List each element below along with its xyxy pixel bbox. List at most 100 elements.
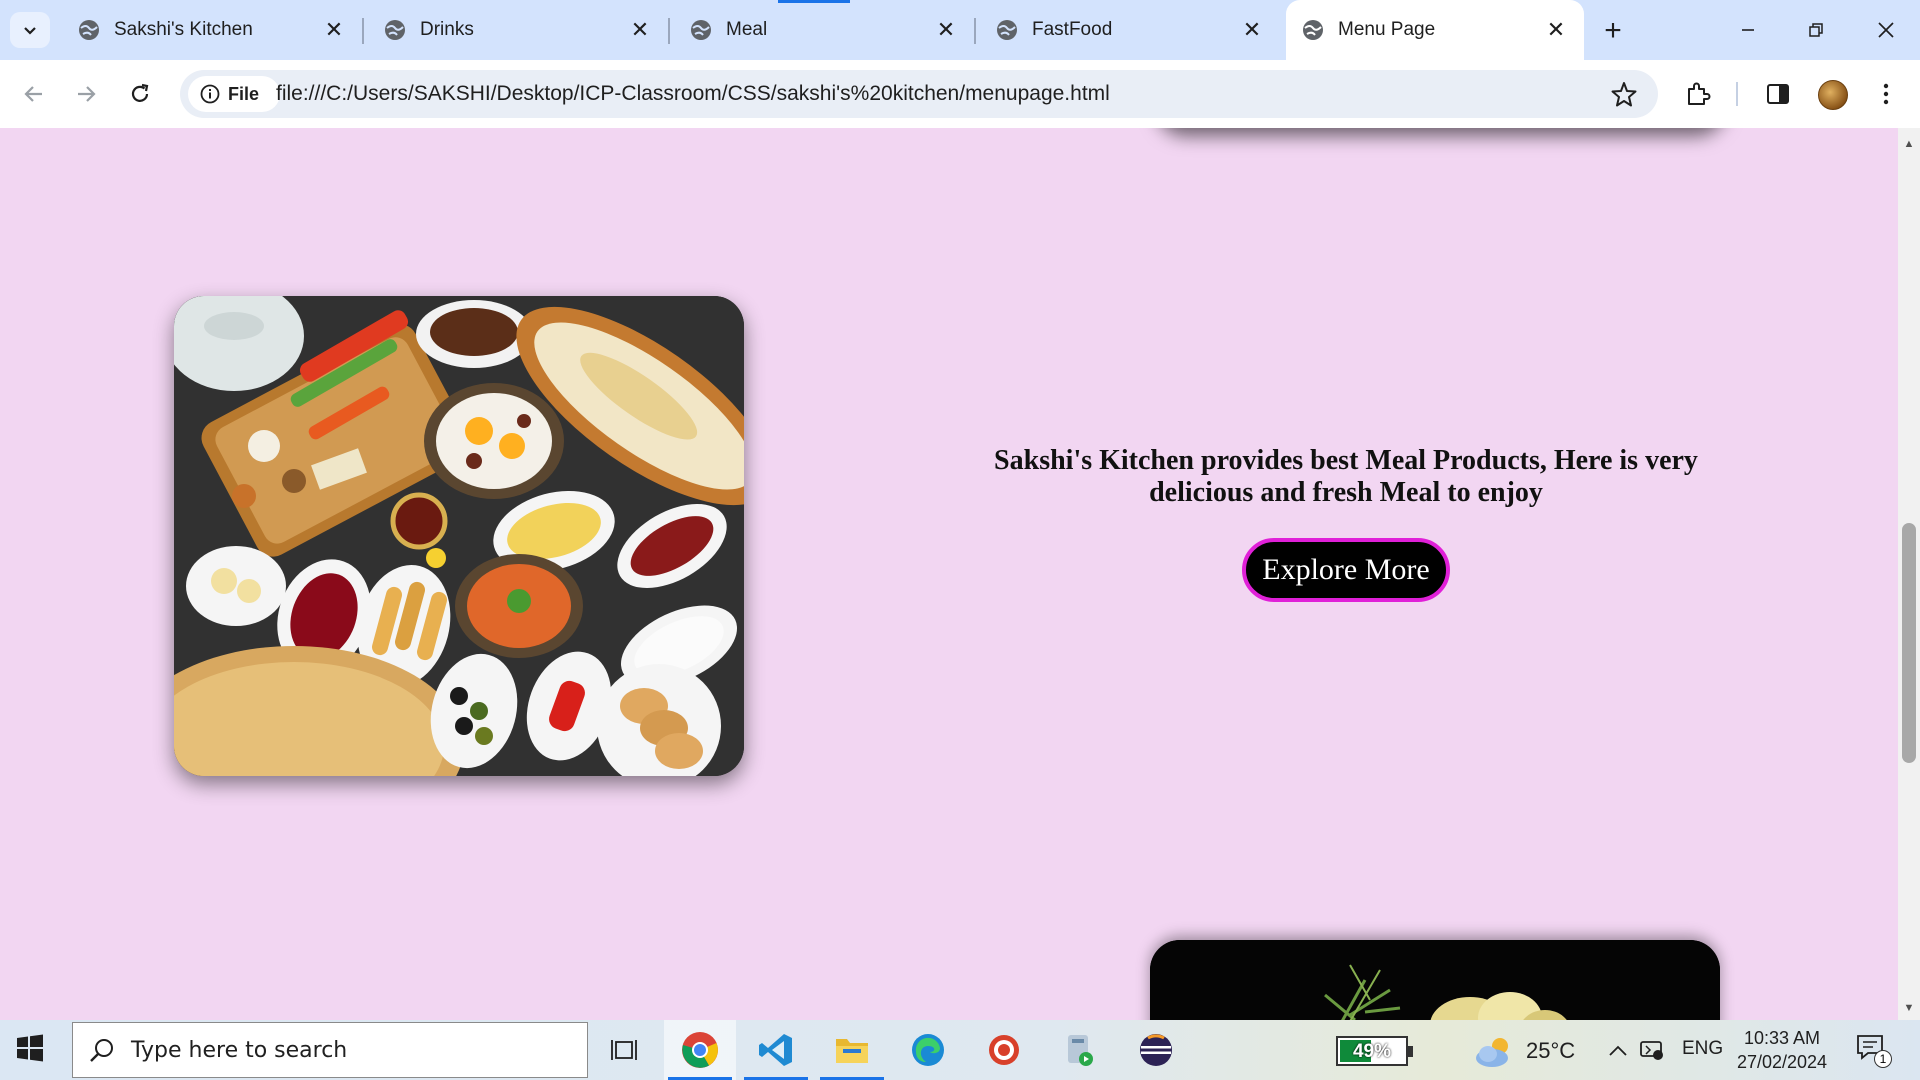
tab-separator bbox=[362, 18, 364, 44]
task-view-icon bbox=[611, 1040, 637, 1060]
tab-drinks[interactable]: Drinks ✕ bbox=[368, 0, 668, 60]
browser-menu-button[interactable] bbox=[1868, 76, 1904, 112]
search-icon bbox=[90, 1039, 113, 1062]
file-explorer-taskbar-icon[interactable] bbox=[816, 1020, 888, 1080]
task-view-button[interactable] bbox=[588, 1020, 660, 1080]
star-icon[interactable] bbox=[1610, 80, 1638, 108]
minimize-icon bbox=[1742, 29, 1754, 31]
close-tab-icon[interactable]: ✕ bbox=[934, 17, 958, 42]
restore-button[interactable] bbox=[1796, 10, 1836, 50]
tab-search-button[interactable] bbox=[10, 12, 50, 48]
vscode-taskbar-icon[interactable] bbox=[740, 1020, 812, 1080]
scroll-up-arrow[interactable]: ▲ bbox=[1898, 134, 1920, 154]
chrome-taskbar-icon[interactable] bbox=[664, 1020, 736, 1080]
forward-icon bbox=[78, 86, 96, 102]
network-button[interactable] bbox=[1638, 1036, 1666, 1064]
tab-title: Drinks bbox=[420, 19, 474, 40]
next-card-image bbox=[1150, 940, 1720, 1020]
target-app-taskbar-icon[interactable] bbox=[968, 1020, 1040, 1080]
url-text[interactable]: file:///C:/Users/SAKSHI/Desktop/ICP-Clas… bbox=[276, 82, 1110, 106]
tab-sakshis-kitchen[interactable]: Sakshi's Kitchen ✕ bbox=[62, 0, 362, 60]
tab-menu-page[interactable]: Menu Page ✕ bbox=[1286, 0, 1584, 60]
close-tab-icon[interactable]: ✕ bbox=[322, 17, 346, 42]
eclipse-icon bbox=[1140, 1034, 1172, 1066]
scroll-thumb[interactable] bbox=[1902, 523, 1916, 763]
show-hidden-icons-button[interactable] bbox=[1604, 1036, 1632, 1064]
meal-description: Sakshi's Kitchen provides best Meal Prod… bbox=[994, 445, 1698, 508]
address-bar[interactable]: File file:///C:/Users/SAKSHI/Desktop/ICP… bbox=[180, 70, 1658, 118]
tab-separator bbox=[668, 18, 670, 44]
tab-strip: Sakshi's Kitchen ✕ Drinks ✕ Meal ✕ FastF… bbox=[0, 0, 1920, 60]
battery-percent: 49% bbox=[1352, 1041, 1392, 1062]
notification-count: 1 bbox=[1874, 1050, 1892, 1068]
forward-button[interactable] bbox=[66, 74, 106, 114]
minimize-button[interactable] bbox=[1728, 10, 1768, 50]
tab-title: FastFood bbox=[1032, 19, 1113, 40]
site-chip-label: File bbox=[228, 83, 260, 104]
close-tab-icon[interactable]: ✕ bbox=[1240, 17, 1264, 42]
system-clock[interactable]: 10:33 AM 27/02/2024 bbox=[1730, 1026, 1834, 1074]
reload-button[interactable] bbox=[120, 74, 160, 114]
temperature: 25°C bbox=[1526, 1038, 1576, 1063]
meal-image bbox=[174, 296, 744, 776]
side-panel-icon bbox=[1767, 84, 1789, 104]
tab-meal[interactable]: Meal ✕ bbox=[674, 0, 974, 60]
close-window-icon bbox=[1878, 22, 1894, 38]
vscode-icon bbox=[759, 1034, 792, 1066]
weather-widget[interactable]: 25°C bbox=[1474, 1034, 1575, 1068]
chevron-up-icon bbox=[1609, 1045, 1627, 1056]
globe-icon bbox=[997, 20, 1017, 40]
tab-separator bbox=[974, 18, 976, 44]
folder-icon bbox=[836, 1039, 868, 1063]
info-icon bbox=[200, 84, 220, 104]
target-icon bbox=[989, 1035, 1019, 1065]
profile-avatar[interactable] bbox=[1818, 80, 1848, 110]
input-language[interactable]: ENG bbox=[1682, 1038, 1723, 1060]
search-placeholder: Type here to search bbox=[131, 1037, 348, 1063]
toolbar-divider bbox=[1736, 82, 1738, 106]
page-viewport: Sakshi's Kitchen provides best Meal Prod… bbox=[0, 128, 1898, 1020]
windows-taskbar: Type here to search 49% 25°C ENG 10:33 A… bbox=[0, 1020, 1920, 1080]
installer-icon bbox=[1068, 1035, 1093, 1066]
clock-time: 10:33 AM bbox=[1743, 1028, 1821, 1048]
menu-icon bbox=[1883, 83, 1889, 105]
new-tab-button[interactable]: + bbox=[1596, 14, 1630, 48]
extensions-button[interactable] bbox=[1680, 76, 1716, 112]
chrome-icon bbox=[682, 1032, 718, 1068]
windows-logo-icon bbox=[17, 1034, 43, 1062]
globe-icon bbox=[1303, 20, 1323, 40]
chevron-down-icon bbox=[24, 27, 36, 35]
close-tab-icon[interactable]: ✕ bbox=[1544, 17, 1568, 42]
edge-icon bbox=[912, 1034, 944, 1066]
installer-taskbar-icon[interactable] bbox=[1044, 1020, 1116, 1080]
globe-icon bbox=[691, 20, 711, 40]
battery-indicator[interactable]: 49% bbox=[1336, 1036, 1413, 1066]
back-button[interactable] bbox=[14, 74, 54, 114]
notification-center-button[interactable]: 1 bbox=[1856, 1034, 1892, 1068]
reload-icon bbox=[131, 83, 149, 102]
tab-title: Menu Page bbox=[1338, 19, 1436, 40]
back-icon bbox=[24, 86, 42, 102]
restore-icon bbox=[1809, 23, 1823, 37]
eclipse-taskbar-icon[interactable] bbox=[1120, 1020, 1192, 1080]
clock-date: 27/02/2024 bbox=[1736, 1052, 1828, 1072]
browser-toolbar: File file:///C:/Users/SAKSHI/Desktop/ICP… bbox=[0, 60, 1920, 128]
globe-icon bbox=[385, 20, 405, 40]
battery-nub bbox=[1408, 1046, 1413, 1057]
globe-icon bbox=[79, 20, 99, 40]
tab-fastfood[interactable]: FastFood ✕ bbox=[980, 0, 1280, 60]
site-info-chip[interactable]: File bbox=[188, 76, 280, 112]
partly-cloudy-icon bbox=[1476, 1038, 1508, 1067]
tab-title: Sakshi's Kitchen bbox=[114, 19, 253, 40]
extensions-icon bbox=[1688, 82, 1711, 105]
explore-more-button[interactable]: Explore More bbox=[1242, 538, 1450, 602]
edge-taskbar-icon[interactable] bbox=[892, 1020, 964, 1080]
close-tab-icon[interactable]: ✕ bbox=[628, 17, 652, 42]
close-window-button[interactable] bbox=[1866, 10, 1906, 50]
start-button[interactable] bbox=[16, 1034, 48, 1066]
scroll-down-arrow[interactable]: ▼ bbox=[1898, 998, 1920, 1018]
page-scrollbar[interactable]: ▲ ▼ bbox=[1898, 128, 1920, 1020]
side-panel-button[interactable] bbox=[1760, 76, 1796, 112]
taskbar-search-box[interactable]: Type here to search bbox=[72, 1022, 588, 1078]
tab-title: Meal bbox=[726, 19, 768, 40]
